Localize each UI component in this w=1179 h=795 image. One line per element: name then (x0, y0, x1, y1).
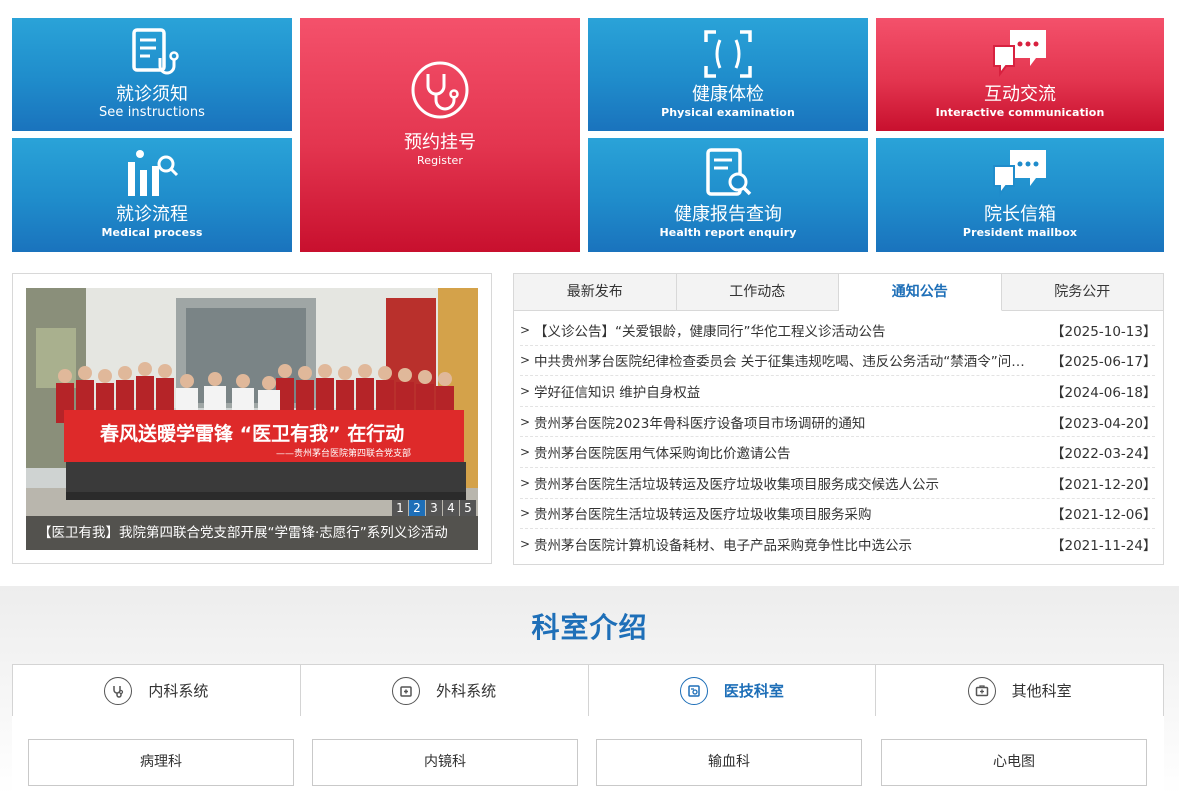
news-date: 【2024-06-18】 (1051, 384, 1157, 401)
news-date: 【2023-04-20】 (1051, 415, 1157, 432)
tab-medical-tech[interactable]: 医技科室 (588, 665, 877, 716)
body-scan-icon (704, 30, 752, 78)
news-item[interactable]: > 学好征信知识 维护自身权益 【2024-06-18】 (520, 376, 1157, 407)
stethoscope-icon (411, 61, 469, 119)
tile-health-report[interactable]: 健康报告查询 Health report enquiry (588, 138, 868, 252)
tile-cn-label: 互动交流 (984, 84, 1056, 105)
news-item[interactable]: > 贵州茅台医院医用气体采购询比价邀请公告 【2022-03-24】 (520, 437, 1157, 468)
tab-label: 内科系统 (148, 682, 209, 700)
tile-register[interactable]: 预约挂号 Register (300, 18, 580, 252)
tile-cn-label: 就诊须知 (116, 84, 188, 105)
pager-dot[interactable]: 3 (426, 500, 442, 516)
news-title[interactable]: 中共贵州茅台医院纪律检查委员会 关于征集违规吃喝、违反公务活动“禁酒令”问题线索… (534, 350, 1051, 370)
news-title[interactable]: 贵州茅台医院2023年骨科医疗设备项目市场调研的通知 (534, 412, 1051, 432)
tile-en-label: See instructions (98, 105, 206, 120)
tile-medical-process[interactable]: 就诊流程 Medical process (12, 138, 292, 252)
tile-en-label: Medical process (101, 226, 203, 239)
chevron-right-icon: > (520, 383, 531, 398)
tab-label: 医技科室 (723, 682, 784, 700)
tile-president-mailbox[interactable]: 院长信箱 President mailbox (876, 138, 1164, 252)
pager-dot[interactable]: 2 (409, 500, 425, 516)
news-title[interactable]: 贵州茅台医院计算机设备耗材、电子产品采购竞争性比中选公示 (534, 534, 1051, 554)
tile-cn-label: 就诊流程 (116, 204, 188, 225)
tile-en-label: Health report enquiry (659, 226, 797, 239)
news-date: 【2025-06-17】 (1051, 354, 1157, 371)
flow-chart-icon (128, 150, 179, 196)
news-item[interactable]: > 【义诊公告】“关爱银龄，健康同行”华佗工程义诊活动公告 【2025-10-13】 (520, 315, 1157, 346)
report-search-icon (706, 148, 752, 196)
news-date: 【2021-12-06】 (1051, 507, 1157, 524)
chevron-right-icon: > (520, 506, 531, 521)
department-panel: 病理科 内镜科 输血科 心电图 (12, 716, 1164, 795)
stethoscope-icon (104, 676, 133, 705)
news-item[interactable]: > 贵州茅台医院计算机设备耗材、电子产品采购竞争性比中选公示 【2021-11-24… (520, 529, 1157, 560)
tile-cn-label: 健康报告查询 (674, 204, 782, 225)
news-date: 【2025-10-13】 (1051, 323, 1157, 340)
news-date: 【2022-03-24】 (1051, 446, 1157, 463)
dept-button-endoscopy[interactable]: 内镜科 (312, 739, 578, 786)
news-title[interactable]: 学好征信知识 维护自身权益 (534, 381, 1051, 401)
tile-physical-exam[interactable]: 健康体检 Physical examination (588, 18, 868, 131)
banner-main-text: 春风送暖学雷锋 “医卫有我” 在行动 (100, 422, 404, 445)
tile-en-label: Register (416, 154, 464, 167)
tab-notices[interactable]: 通知公告 (839, 274, 1002, 311)
news-tabs: 最新发布 工作动态 通知公告 院务公开 (514, 274, 1163, 311)
pager-dot[interactable]: 1 (392, 500, 408, 516)
chat-bubbles-icon (993, 150, 1046, 197)
news-title[interactable]: 贵州茅台医院生活垃圾转运及医疗垃圾收集项目服务采购 (534, 503, 1051, 523)
tab-label: 其他科室 (1011, 682, 1072, 700)
chevron-right-icon: > (520, 537, 531, 552)
tile-en-label: President mailbox (962, 226, 1078, 239)
news-date: 【2021-11-24】 (1051, 538, 1157, 555)
news-slider: 春风送暖学雷锋 “医卫有我” 在行动 ——贵州茅台医院第四联合党支部 12345… (12, 273, 492, 564)
document-stethoscope-icon (132, 28, 179, 75)
section-title: 科室介绍 (531, 611, 648, 644)
tab-latest[interactable]: 最新发布 (514, 274, 677, 310)
news-item[interactable]: > 贵州茅台医院生活垃圾转运及医疗垃圾收集项目服务成交候选人公示 【2021-12-… (520, 468, 1157, 499)
department-tabs: 内科系统 外科系统 医技科室 其他科室 (12, 664, 1164, 717)
chevron-right-icon: > (520, 445, 531, 460)
chat-bubbles-icon (993, 30, 1046, 77)
chevron-right-icon: > (520, 475, 531, 490)
tab-internal-medicine[interactable]: 内科系统 (13, 665, 301, 716)
news-item[interactable]: > 中共贵州茅台医院纪律检查委员会 关于征集违规吃喝、违反公务活动“禁酒令”问题线… (520, 346, 1157, 377)
tile-instructions[interactable]: 就诊须知 See instructions (12, 18, 292, 131)
chevron-right-icon: > (520, 322, 531, 337)
news-title[interactable]: 【义诊公告】“关爱银龄，健康同行”华佗工程义诊活动公告 (534, 320, 1051, 340)
pager-dot[interactable]: 4 (443, 500, 459, 516)
tile-cn-label: 院长信箱 (984, 204, 1056, 225)
news-date: 【2021-12-20】 (1051, 476, 1157, 493)
dept-button-pathology[interactable]: 病理科 (28, 739, 294, 786)
pager-dot[interactable]: 5 (460, 500, 476, 516)
slide[interactable]: 春风送暖学雷锋 “医卫有我” 在行动 ——贵州茅台医院第四联合党支部 12345… (26, 288, 478, 550)
tile-en-label: Interactive communication (935, 106, 1105, 119)
slider-pager: 12345 (391, 500, 476, 516)
first-aid-icon (967, 676, 996, 705)
tab-work-news[interactable]: 工作动态 (676, 274, 839, 310)
slide-caption[interactable]: 【医卫有我】我院第四联合党支部开展“学雷锋·志愿行”系列义诊活动 (26, 516, 478, 550)
chevron-right-icon: > (520, 353, 531, 368)
tab-label: 外科系统 (436, 682, 497, 700)
news-title[interactable]: 贵州茅台医院医用气体采购询比价邀请公告 (534, 442, 1051, 462)
news-item[interactable]: > 贵州茅台医院生活垃圾转运及医疗垃圾收集项目服务采购 【2021-12-06】 (520, 499, 1157, 530)
tab-surgery[interactable]: 外科系统 (300, 665, 589, 716)
lab-icon (679, 676, 708, 705)
tab-other-departments[interactable]: 其他科室 (876, 665, 1163, 716)
banner-sub-text: ——贵州茅台医院第四联合党支部 (276, 447, 411, 459)
news-item[interactable]: > 贵州茅台医院2023年骨科医疗设备项目市场调研的通知 【2023-04-20】 (520, 407, 1157, 438)
dept-button-ecg[interactable]: 心电图 (881, 739, 1147, 786)
tile-en-label: Physical examination (661, 106, 795, 119)
tile-cn-label: 预约挂号 (404, 132, 476, 153)
medical-kit-icon (392, 676, 421, 705)
tile-interactive[interactable]: 互动交流 Interactive communication (876, 18, 1164, 131)
news-panel: 最新发布 工作动态 通知公告 院务公开 > 【义诊公告】“关爱银龄，健康同行”华佗… (513, 273, 1164, 565)
news-title[interactable]: 贵州茅台医院生活垃圾转运及医疗垃圾收集项目服务成交候选人公示 (534, 473, 1051, 493)
dept-button-blood-transfusion[interactable]: 输血科 (596, 739, 862, 786)
tab-hospital-affairs[interactable]: 院务公开 (1001, 274, 1163, 310)
news-list: > 【义诊公告】“关爱银龄，健康同行”华佗工程义诊活动公告 【2025-10-13】… (514, 311, 1163, 560)
chevron-right-icon: > (520, 414, 531, 429)
tile-cn-label: 健康体检 (692, 84, 764, 105)
